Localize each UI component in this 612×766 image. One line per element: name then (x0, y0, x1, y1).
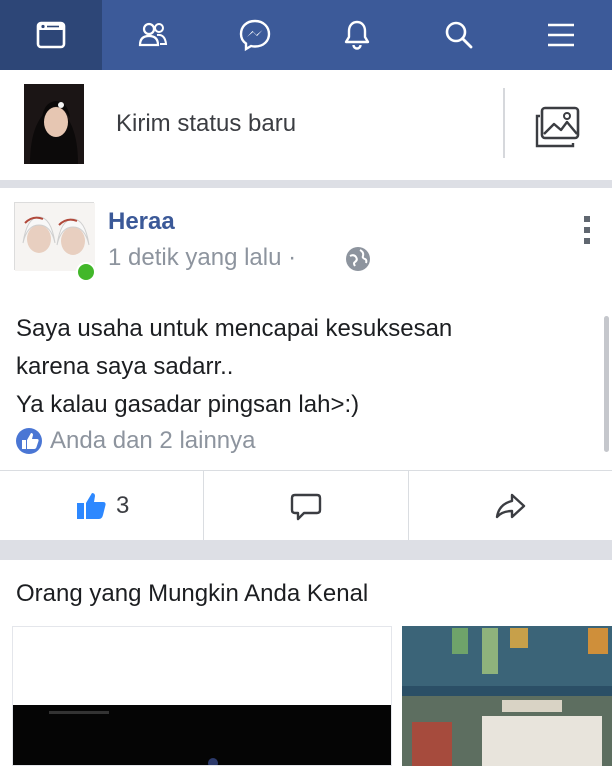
feed-post: Heraa 1 detik yang lalu · Saya usaha unt… (0, 188, 612, 540)
tab-menu[interactable] (510, 0, 612, 70)
like-reaction-icon (16, 428, 42, 454)
more-options-icon[interactable] (578, 212, 596, 248)
globe-icon (346, 247, 370, 271)
online-status-dot (76, 262, 96, 282)
composer-divider (503, 88, 505, 158)
suggestion-photo[interactable] (13, 705, 391, 765)
scrollbar[interactable] (604, 316, 609, 452)
search-icon (445, 21, 473, 49)
tab-friends[interactable] (102, 0, 204, 70)
people-you-may-know: Orang yang Mungkin Anda Kenal (0, 560, 612, 766)
share-button[interactable] (409, 471, 612, 540)
add-photo-button[interactable] (532, 100, 584, 152)
thumbs-up-icon (76, 492, 106, 519)
tab-notifications[interactable] (306, 0, 408, 70)
post-body-line: Saya usaha untuk mencapai kesuksesan (16, 315, 453, 342)
status-prompt[interactable]: Kirim status baru (116, 110, 296, 138)
post-action-bar: 3 (0, 470, 612, 540)
notifications-bell-icon (344, 20, 370, 50)
news-feed-icon (36, 21, 66, 49)
like-button[interactable]: 3 (0, 471, 205, 540)
suggestion-card[interactable] (12, 626, 392, 766)
reactions-summary[interactable]: Anda dan 2 lainnya (14, 426, 256, 456)
top-navigation-bar (0, 0, 612, 70)
comment-icon (290, 493, 322, 520)
section-title: Orang yang Mungkin Anda Kenal (16, 580, 369, 607)
author-name[interactable]: Heraa (108, 208, 175, 236)
post-timestamp[interactable]: 1 detik yang lalu · (108, 244, 296, 272)
tab-news-feed[interactable] (0, 0, 102, 70)
like-count: 3 (115, 491, 130, 519)
tab-search[interactable] (408, 0, 510, 70)
photo-icon (535, 106, 580, 148)
comment-button[interactable] (204, 471, 409, 540)
author-avatar[interactable] (14, 202, 95, 271)
messenger-icon (239, 19, 271, 52)
status-composer: Kirim status baru (0, 70, 612, 180)
post-body-line: karena saya sadarr.. (16, 353, 234, 380)
post-body: Saya usaha untuk mencapai kesuksesan kar… (16, 310, 576, 424)
share-icon (496, 493, 526, 518)
friends-icon (138, 22, 168, 47)
reactions-text: Anda dan 2 lainnya (50, 427, 256, 454)
suggestion-card[interactable] (402, 626, 612, 766)
tab-messenger[interactable] (204, 0, 306, 70)
avatar[interactable] (24, 84, 84, 164)
suggestion-photo[interactable] (402, 626, 612, 766)
menu-icon (548, 23, 574, 47)
post-body-line: Ya kalau gasadar pingsan lah>:) (16, 391, 360, 418)
